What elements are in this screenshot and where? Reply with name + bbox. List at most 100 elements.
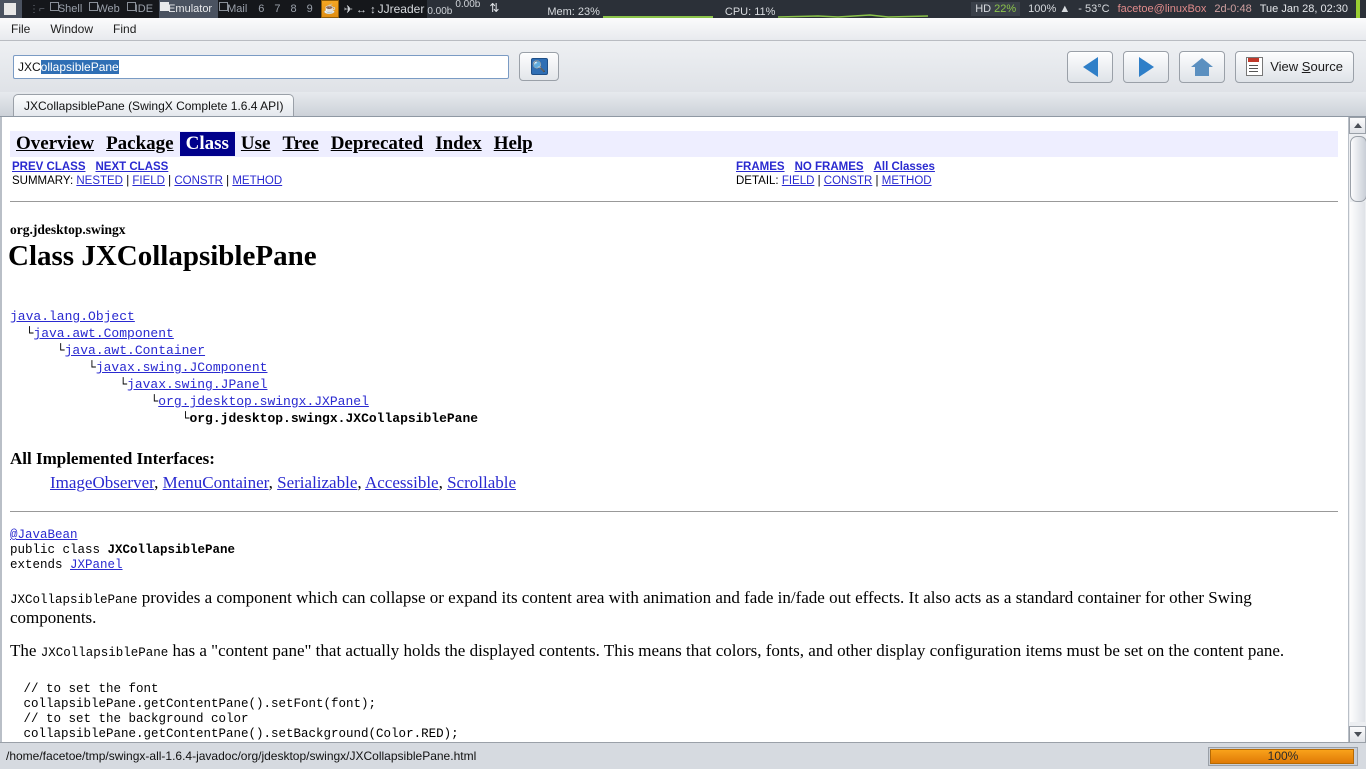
interface-link-accessible[interactable]: Accessible — [365, 473, 439, 492]
declaration-extends-keyword: extends — [10, 558, 71, 572]
divider-top — [10, 201, 1338, 202]
detail-constr-link[interactable]: CONSTR — [824, 175, 873, 187]
workspace-8[interactable]: 8 — [286, 3, 302, 15]
nav-index[interactable]: Index — [429, 133, 487, 155]
battery-value: 100% — [1028, 3, 1057, 15]
clock-label: Tue Jan 28, 02:30 — [1259, 3, 1348, 15]
battery-indicator: 100% ▲ — [1028, 3, 1070, 15]
home-button[interactable] — [1179, 50, 1226, 83]
detail-method-link[interactable]: METHOD — [882, 175, 932, 187]
workspace-shell[interactable]: Shell — [49, 0, 88, 18]
scroll-up-button[interactable] — [1349, 117, 1366, 134]
menu-window[interactable]: Window — [41, 20, 102, 38]
disk-value: 22% — [994, 3, 1017, 15]
view-source-label-pre: View — [1270, 59, 1302, 74]
description-paragraph-2: The JXCollapsiblePane has a "content pan… — [10, 642, 1338, 662]
menu-file[interactable]: File — [2, 20, 39, 38]
back-button[interactable] — [1067, 50, 1114, 83]
arrow-left-icon — [1082, 56, 1098, 77]
layout-glyph-icon: ⋮⌐ — [29, 3, 45, 15]
hierarchy-link-component[interactable]: java.awt.Component — [33, 326, 173, 341]
javadoc-page: Overview Package Class Use Tree Deprecat… — [0, 117, 1348, 743]
interface-link-serializable[interactable]: Serializable — [277, 473, 357, 492]
arrow-right-icon — [1138, 56, 1154, 77]
workspace-7[interactable]: 7 — [269, 3, 285, 15]
nav-deprecated[interactable]: Deprecated — [325, 133, 430, 155]
scrollbar-thumb[interactable] — [1350, 136, 1366, 202]
detail-field-link[interactable]: FIELD — [782, 175, 815, 187]
interface-link-menucontainer[interactable]: MenuContainer — [163, 473, 269, 492]
tab-jxcollapsiblepane[interactable]: JXCollapsiblePane (SwingX Complete 1.6.4… — [13, 94, 295, 116]
hierarchy-branch: └ — [10, 360, 96, 375]
disk-label: HD — [975, 3, 992, 15]
workspace-6[interactable]: 6 — [253, 3, 269, 15]
inline-code-class-2: JXCollapsiblePane — [40, 646, 169, 660]
declaration-superclass-link[interactable]: JXPanel — [70, 558, 123, 572]
chevron-down-icon — [1353, 732, 1362, 737]
workspace-label: IDE — [134, 3, 154, 15]
layout-mode-icons[interactable]: ✈ ↔ ↕ — [342, 3, 376, 16]
summary-constr-link[interactable]: CONSTR — [174, 175, 223, 187]
workspace-emulator[interactable]: Emulator — [159, 0, 219, 18]
hierarchy-branch: └ — [10, 394, 159, 409]
application-window: ⋮⌐ Shell Web IDE Emulator Mail 6 7 8 9 ☕… — [0, 0, 1366, 769]
uptime-label: 2d-0:48 — [1214, 3, 1252, 15]
no-frames-link[interactable]: NO FRAMES — [795, 161, 874, 173]
hierarchy-link-jpanel[interactable]: javax.swing.JPanel — [127, 377, 267, 392]
hierarchy-link-object[interactable]: java.lang.Object — [10, 309, 135, 324]
search-input[interactable]: JXC ollapsiblePane — [13, 54, 509, 79]
declaration-class-name: JXCollapsiblePane — [107, 543, 236, 557]
javadoc-subnav: PREV CLASS NEXT CLASS SUMMARY: NESTED | F… — [10, 161, 1338, 191]
subnav-class-nav: PREV CLASS NEXT CLASS — [12, 161, 282, 173]
status-accent-bar — [1356, 0, 1360, 18]
summary-field-link[interactable]: FIELD — [132, 175, 165, 187]
annotation-javabean-link[interactable]: @JavaBean — [10, 528, 78, 542]
workspace-ide[interactable]: IDE — [126, 0, 159, 18]
frames-link[interactable]: FRAMES — [736, 161, 795, 173]
prev-class-link[interactable]: PREV CLASS — [12, 161, 96, 173]
search-button[interactable]: 🔍 — [519, 52, 559, 81]
menu-bar: File Window Find — [0, 18, 1366, 41]
java-icon: ☕ — [320, 0, 339, 18]
nav-help[interactable]: Help — [488, 133, 539, 155]
document-icon — [1246, 57, 1264, 76]
interface-link-scrollable[interactable]: Scrollable — [447, 473, 516, 492]
workspace-web[interactable]: Web — [88, 0, 125, 18]
scrollbar-track[interactable] — [1350, 202, 1365, 722]
all-classes-link[interactable]: All Classes — [874, 161, 945, 173]
hierarchy-link-container[interactable]: java.awt.Container — [65, 343, 205, 358]
page-title: Class JXCollapsiblePane — [8, 240, 317, 272]
memory-monitor: Mem: 23% — [547, 6, 713, 18]
taskbar-left: ⋮⌐ Shell Web IDE Emulator Mail 6 7 8 9 ☕… — [0, 0, 428, 18]
net-arrows-icon: ⇅ — [489, 1, 500, 15]
net-down-value: 0.00b — [455, 0, 481, 10]
progress-bar-label: 100% — [1267, 749, 1299, 763]
cpu-sparkline — [778, 6, 929, 18]
nav-overview[interactable]: Overview — [10, 133, 100, 155]
taskbar-right: HD 22% 100% ▲ - 53°C facetoe@linuxBox 2d… — [971, 0, 1366, 18]
forward-button[interactable] — [1123, 50, 1170, 83]
vertical-scrollbar[interactable] — [1348, 117, 1366, 743]
nav-package[interactable]: Package — [100, 133, 180, 155]
memory-sparkline — [602, 6, 713, 18]
declaration-modifiers: public class — [10, 543, 108, 557]
menu-find[interactable]: Find — [104, 20, 145, 38]
scroll-down-button[interactable] — [1349, 726, 1366, 743]
status-path-label: /home/facetoe/tmp/swingx-all-1.6.4-javad… — [6, 749, 477, 763]
nav-tree[interactable]: Tree — [276, 133, 324, 155]
detail-label: DETAIL: — [736, 175, 779, 187]
interface-link-imageobserver[interactable]: ImageObserver — [50, 473, 154, 492]
toolbar-right-group: View Source — [1067, 50, 1366, 83]
view-source-button[interactable]: View Source — [1235, 50, 1354, 83]
nav-class-current[interactable]: Class — [179, 132, 235, 156]
workspace-mail[interactable]: Mail — [218, 0, 253, 18]
summary-nested-link[interactable]: NESTED — [76, 175, 123, 187]
summary-method-link[interactable]: METHOD — [232, 175, 282, 187]
workspace-9[interactable]: 9 — [302, 3, 318, 15]
hierarchy-link-jcomponent[interactable]: javax.swing.JComponent — [96, 360, 268, 375]
next-class-link[interactable]: NEXT CLASS — [96, 161, 179, 173]
view-source-label: View Source — [1270, 59, 1343, 74]
tab-label: JXCollapsiblePane (SwingX Complete 1.6.4… — [24, 98, 284, 113]
hierarchy-link-jxpanel[interactable]: org.jdesktop.swingx.JXPanel — [158, 394, 369, 409]
nav-use[interactable]: Use — [235, 133, 277, 155]
